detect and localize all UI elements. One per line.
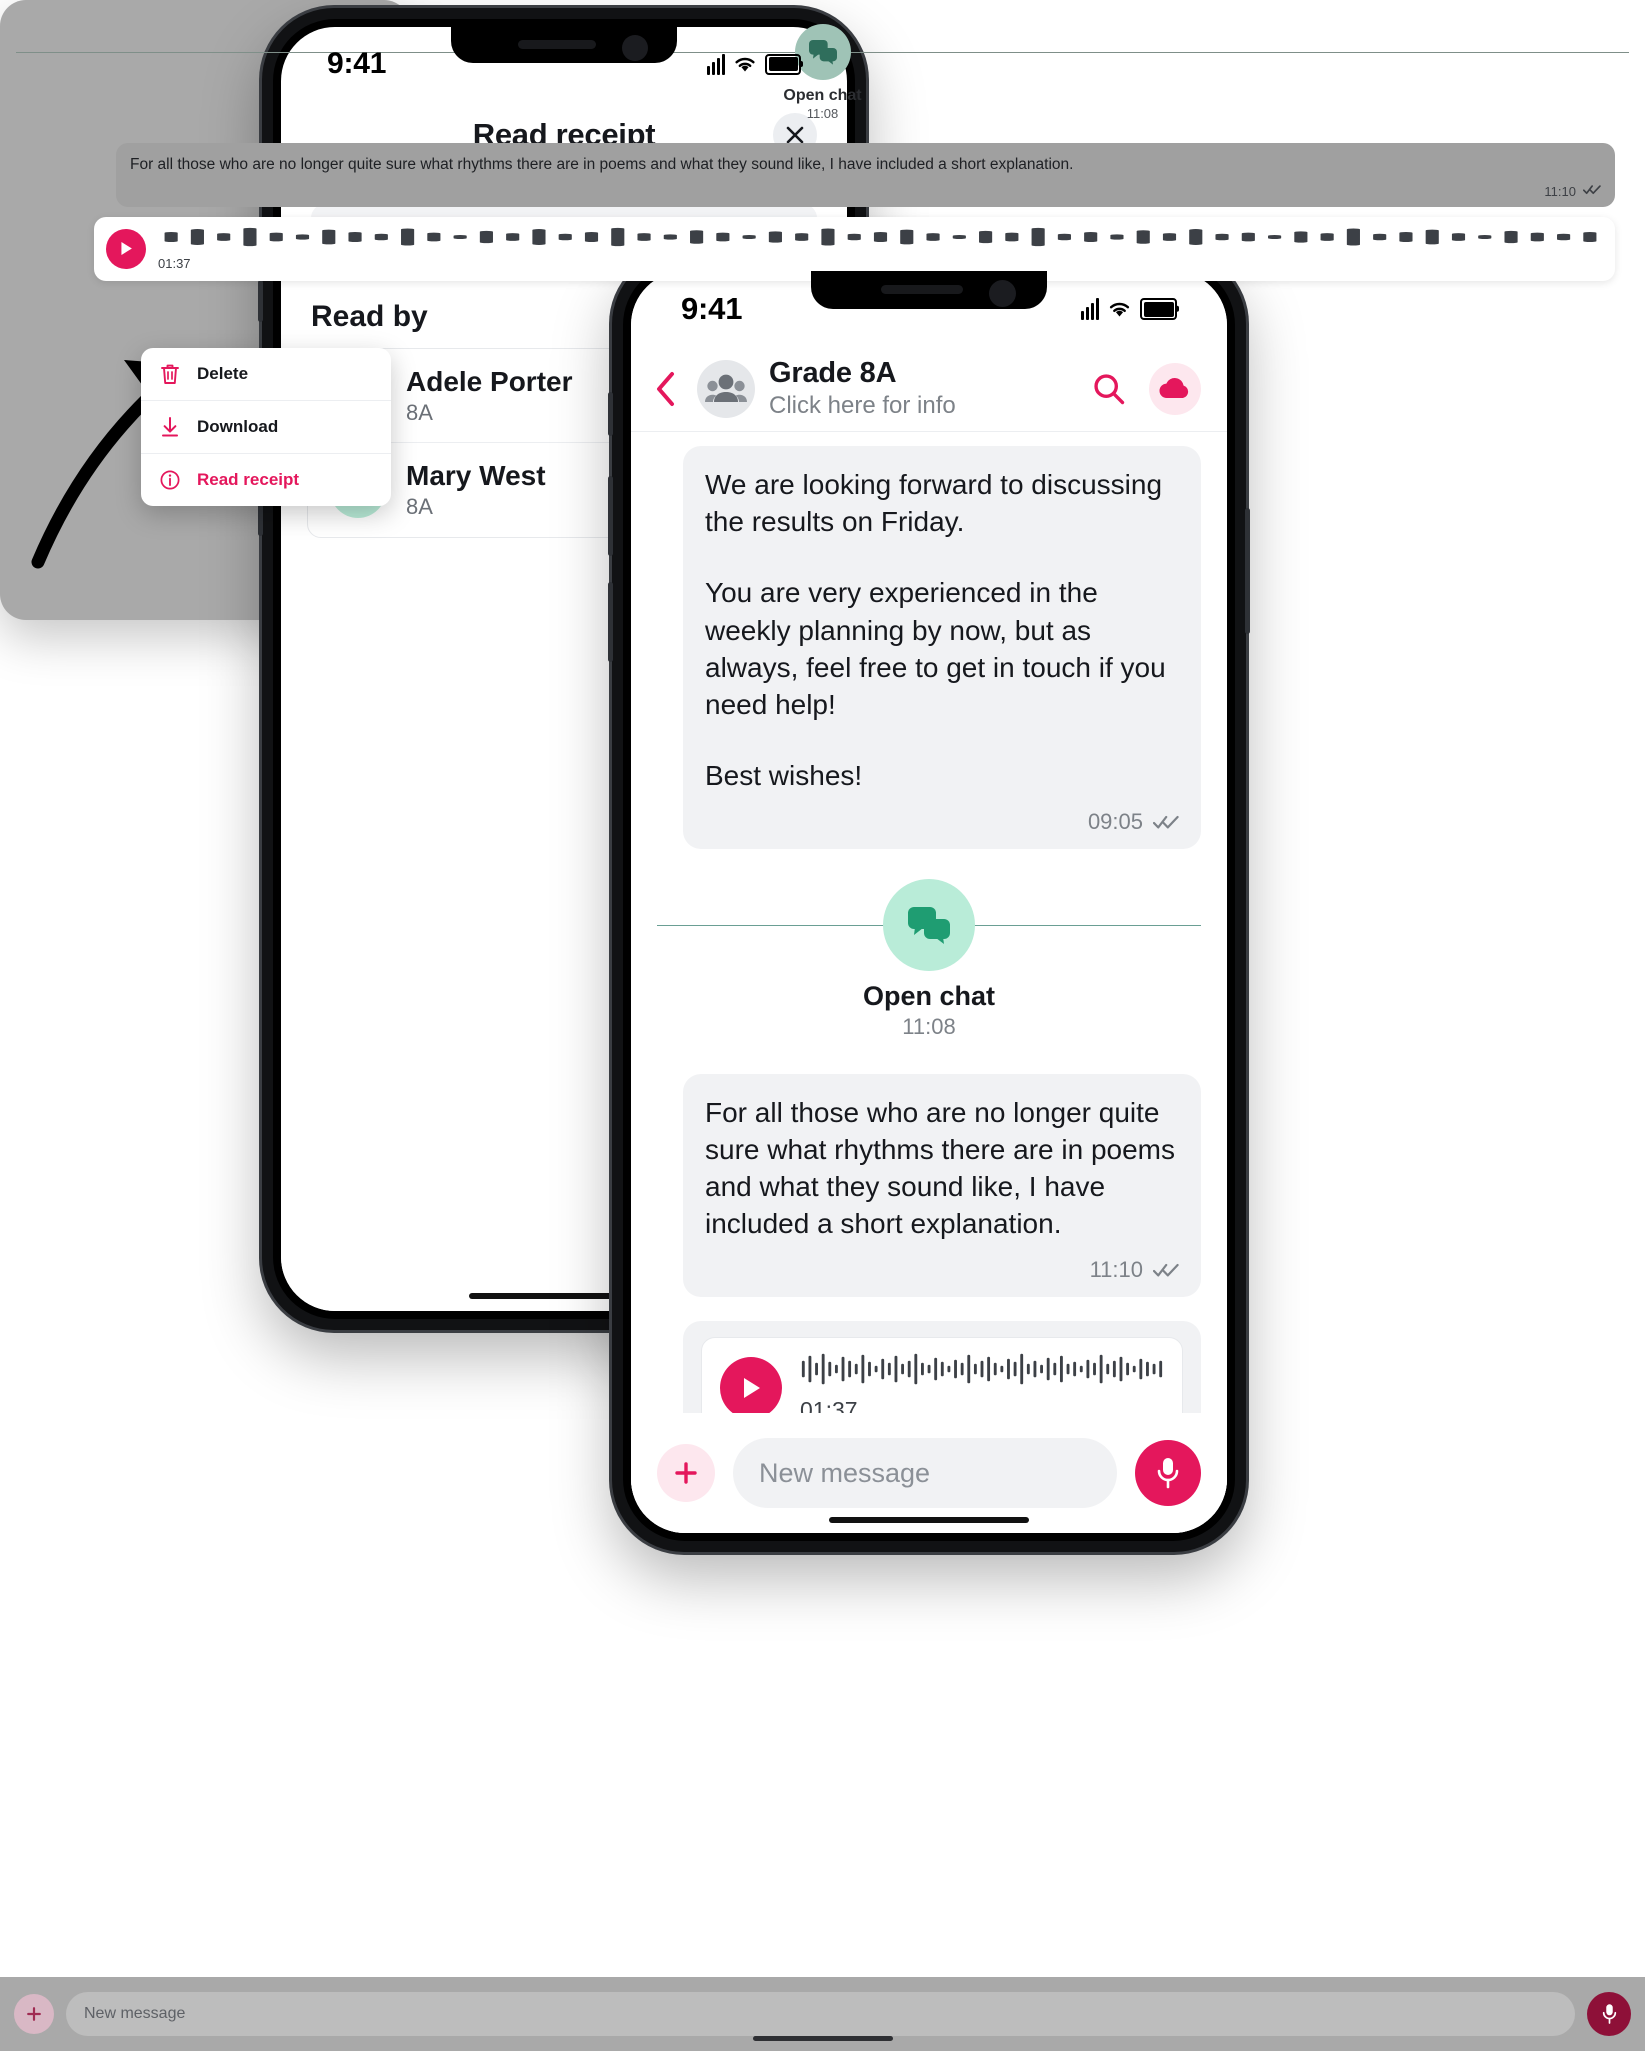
composition-stage: 9:41 Read receipt Read by Adele Porter 8… — [0, 0, 1645, 2051]
context-menu-item-read-receipt[interactable]: Read receipt — [141, 453, 391, 506]
overlay-voice-duration: 01:37 — [158, 255, 191, 271]
overlay-message-text: For all those who are no longer quite su… — [130, 156, 1074, 173]
overlay-message-meta: 11:10 — [130, 184, 1601, 199]
battery-full-icon — [1140, 298, 1177, 320]
trash-icon — [161, 364, 179, 384]
play-icon — [106, 228, 146, 269]
wifi-icon — [1109, 302, 1130, 317]
cellular-bars-icon — [707, 53, 725, 75]
context-menu-label: Delete — [197, 364, 249, 383]
front-camera-icon — [989, 280, 1016, 307]
wifi-icon — [735, 57, 755, 72]
status-indicators — [707, 53, 801, 75]
overlay-voice-player: 01:37 — [94, 216, 1615, 281]
info-circle-icon — [160, 470, 180, 490]
context-menu: Delete Download Read receipt — [141, 348, 391, 506]
status-time: 9:41 — [327, 47, 387, 80]
chat-bubbles-icon — [883, 878, 975, 971]
download-icon — [162, 417, 178, 437]
earpiece-speaker — [881, 285, 963, 294]
earpiece-speaker — [518, 40, 596, 49]
cellular-bars-icon — [1081, 298, 1099, 320]
context-menu-item-download[interactable]: Download — [141, 400, 391, 453]
status-time: 9:41 — [681, 291, 743, 326]
battery-full-icon — [765, 53, 801, 75]
overlay-message-bubble: For all those who are no longer quite su… — [116, 143, 1615, 207]
context-menu-item-delete[interactable]: Delete — [141, 348, 391, 400]
status-indicators — [1081, 298, 1177, 320]
overlay-open-chat-time: 11:08 — [806, 106, 839, 121]
context-menu-label: Read receipt — [197, 470, 300, 489]
context-menu-label: Download — [197, 417, 279, 436]
front-camera-icon — [622, 35, 648, 61]
audio-waveform-icon: 01:37 — [158, 227, 1603, 271]
